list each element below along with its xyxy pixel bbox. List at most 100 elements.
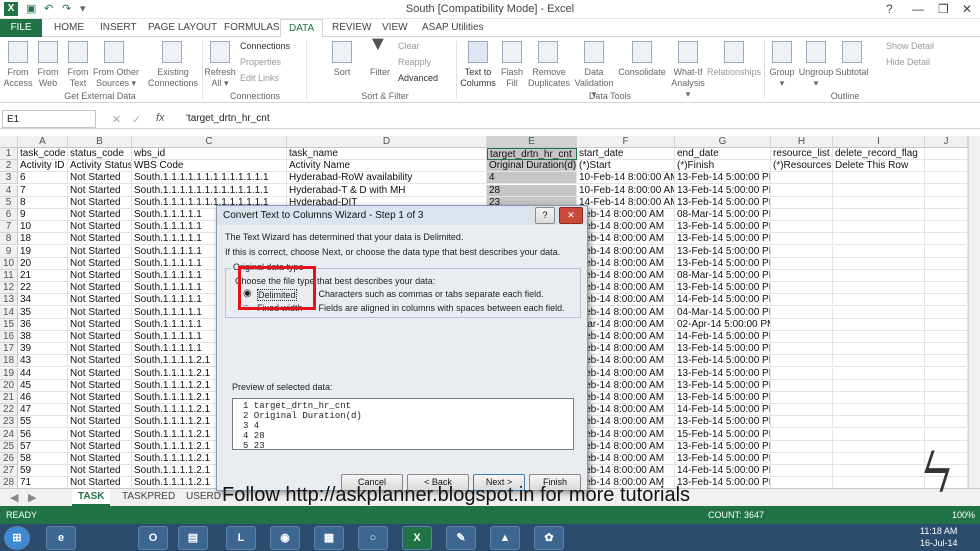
column-header[interactable]: I — [833, 136, 925, 148]
cell[interactable]: 9 — [18, 209, 68, 221]
cell[interactable]: 13-Feb-14 5:00:00 PM — [675, 282, 771, 295]
cell[interactable]: Feb-14 8:00:00 AM — [577, 221, 675, 234]
cell[interactable]: task_name — [287, 148, 487, 160]
row-header[interactable]: 7 — [0, 221, 18, 234]
text-to-columns-button[interactable]: Text to Columns — [460, 67, 496, 89]
cell[interactable]: 7 — [18, 184, 68, 197]
internet-explorer-icon[interactable]: e — [46, 526, 76, 550]
cell[interactable]: South.1.1.1.1.1.1.1.1.1.1.1.1.1 — [132, 172, 287, 185]
cell[interactable] — [925, 257, 968, 270]
flash-fill-button[interactable]: Flash Fill — [496, 67, 528, 89]
cell[interactable] — [771, 184, 833, 197]
cell[interactable]: 08-Mar-14 5:00:00 PM — [675, 209, 771, 221]
row-header[interactable]: 25 — [0, 440, 18, 453]
sheet-next-icon[interactable]: ▶ — [28, 491, 36, 504]
from-access-button[interactable]: From Access — [2, 67, 34, 89]
cell[interactable] — [925, 233, 968, 246]
cell[interactable] — [925, 367, 968, 380]
cell[interactable]: wbs_id — [132, 148, 287, 160]
cell[interactable] — [771, 428, 833, 441]
tab-home[interactable]: HOME — [54, 22, 84, 33]
cell[interactable]: Not Started — [68, 392, 132, 404]
cell[interactable]: 58 — [18, 453, 68, 465]
cell[interactable] — [925, 209, 968, 221]
cell[interactable]: Feb-14 8:00:00 AM — [577, 367, 675, 380]
row-header[interactable]: 1 — [0, 148, 18, 160]
cell[interactable] — [925, 245, 968, 258]
cell[interactable] — [925, 282, 968, 295]
cell[interactable] — [771, 379, 833, 392]
cell[interactable] — [771, 416, 833, 429]
cell[interactable]: 15-Feb-14 5:00:00 PM — [675, 428, 771, 441]
cell[interactable]: 47 — [18, 404, 68, 417]
cell[interactable] — [771, 404, 833, 417]
cell[interactable]: 13-Feb-14 5:00:00 PM — [675, 379, 771, 392]
row-header[interactable]: 24 — [0, 428, 18, 441]
ungroup-button[interactable]: Ungroup ▾ — [798, 67, 834, 89]
cell[interactable]: Not Started — [68, 306, 132, 319]
cell[interactable]: 13-Feb-14 5:00:00 PM — [675, 453, 771, 465]
cell[interactable]: 08-Mar-14 5:00:00 PM — [675, 270, 771, 282]
cell[interactable] — [771, 257, 833, 270]
cell[interactable]: 10 — [18, 221, 68, 234]
notepad-icon[interactable]: ✎ — [446, 526, 476, 550]
cell[interactable] — [771, 209, 833, 221]
cell[interactable]: Feb-14 8:00:00 AM — [577, 257, 675, 270]
from-web-button[interactable]: From Web — [34, 67, 62, 89]
excel-taskbar-icon[interactable]: X — [402, 526, 432, 550]
cell[interactable]: Feb-14 8:00:00 AM — [577, 416, 675, 429]
cell[interactable] — [833, 270, 925, 282]
cell[interactable]: 13-Feb-14 5:00:00 PM — [675, 367, 771, 380]
cell[interactable] — [771, 233, 833, 246]
cell[interactable]: 13-Feb-14 5:00:00 PM — [675, 221, 771, 234]
cell[interactable]: 13-Feb-14 5:00:00 PM — [675, 440, 771, 453]
tab-view[interactable]: VIEW — [382, 22, 408, 33]
subtotal-button[interactable]: Subtotal — [834, 67, 870, 78]
cell[interactable]: Not Started — [68, 196, 132, 209]
cell[interactable]: 18 — [18, 233, 68, 246]
cell[interactable]: 6 — [18, 172, 68, 185]
cell[interactable]: Not Started — [68, 404, 132, 417]
cell[interactable] — [925, 184, 968, 197]
cell[interactable]: status_code — [68, 148, 132, 160]
cell[interactable]: 28 — [487, 184, 577, 197]
cell[interactable]: Feb-14 8:00:00 AM — [577, 282, 675, 295]
cell[interactable]: Activity Status — [68, 160, 132, 173]
start-button[interactable]: ⊞ — [4, 526, 30, 550]
cell[interactable] — [833, 343, 925, 356]
cell[interactable] — [833, 416, 925, 429]
cell[interactable]: 14-Feb-14 5:00:00 PM — [675, 294, 771, 307]
cell[interactable] — [925, 148, 968, 160]
cell[interactable] — [833, 282, 925, 295]
sheet-tab-taskpred[interactable]: TASKPRED — [116, 489, 181, 506]
column-header[interactable]: F — [577, 136, 675, 148]
tab-insert[interactable]: INSERT — [100, 22, 137, 33]
cell[interactable]: 13-Feb-14 5:00:00 PM — [675, 416, 771, 429]
cell[interactable] — [771, 367, 833, 380]
cell[interactable]: 13-Feb-14 5:00:00 PM — [675, 245, 771, 258]
cell[interactable]: Not Started — [68, 440, 132, 453]
cell[interactable] — [771, 270, 833, 282]
column-header[interactable]: C — [132, 136, 287, 148]
relationships-button[interactable]: Relationships — [706, 67, 762, 78]
cell[interactable]: 46 — [18, 392, 68, 404]
cell[interactable]: Not Started — [68, 209, 132, 221]
cell[interactable] — [771, 306, 833, 319]
cell[interactable]: Activity ID — [18, 160, 68, 173]
restore-button[interactable]: ❐ — [938, 2, 949, 16]
cell[interactable] — [925, 318, 968, 331]
row-header[interactable]: 3 — [0, 172, 18, 185]
cell[interactable]: (*)Finish — [675, 160, 771, 173]
help-icon[interactable]: ? — [886, 2, 893, 16]
cell[interactable] — [833, 355, 925, 368]
cancel-formula-icon[interactable]: ✕ — [112, 113, 121, 126]
cell[interactable]: 14-Feb-14 5:00:00 PM — [675, 465, 771, 478]
row-header[interactable]: 18 — [0, 355, 18, 368]
cell[interactable] — [771, 221, 833, 234]
from-other-sources-button[interactable]: From Other Sources ▾ — [92, 67, 140, 89]
zoom-level[interactable]: 100% — [952, 510, 975, 520]
cell[interactable] — [833, 233, 925, 246]
cell[interactable]: 04-Mar-14 5:00:00 PM — [675, 306, 771, 319]
tab-formulas[interactable]: FORMULAS — [224, 22, 280, 33]
row-header[interactable]: 10 — [0, 257, 18, 270]
